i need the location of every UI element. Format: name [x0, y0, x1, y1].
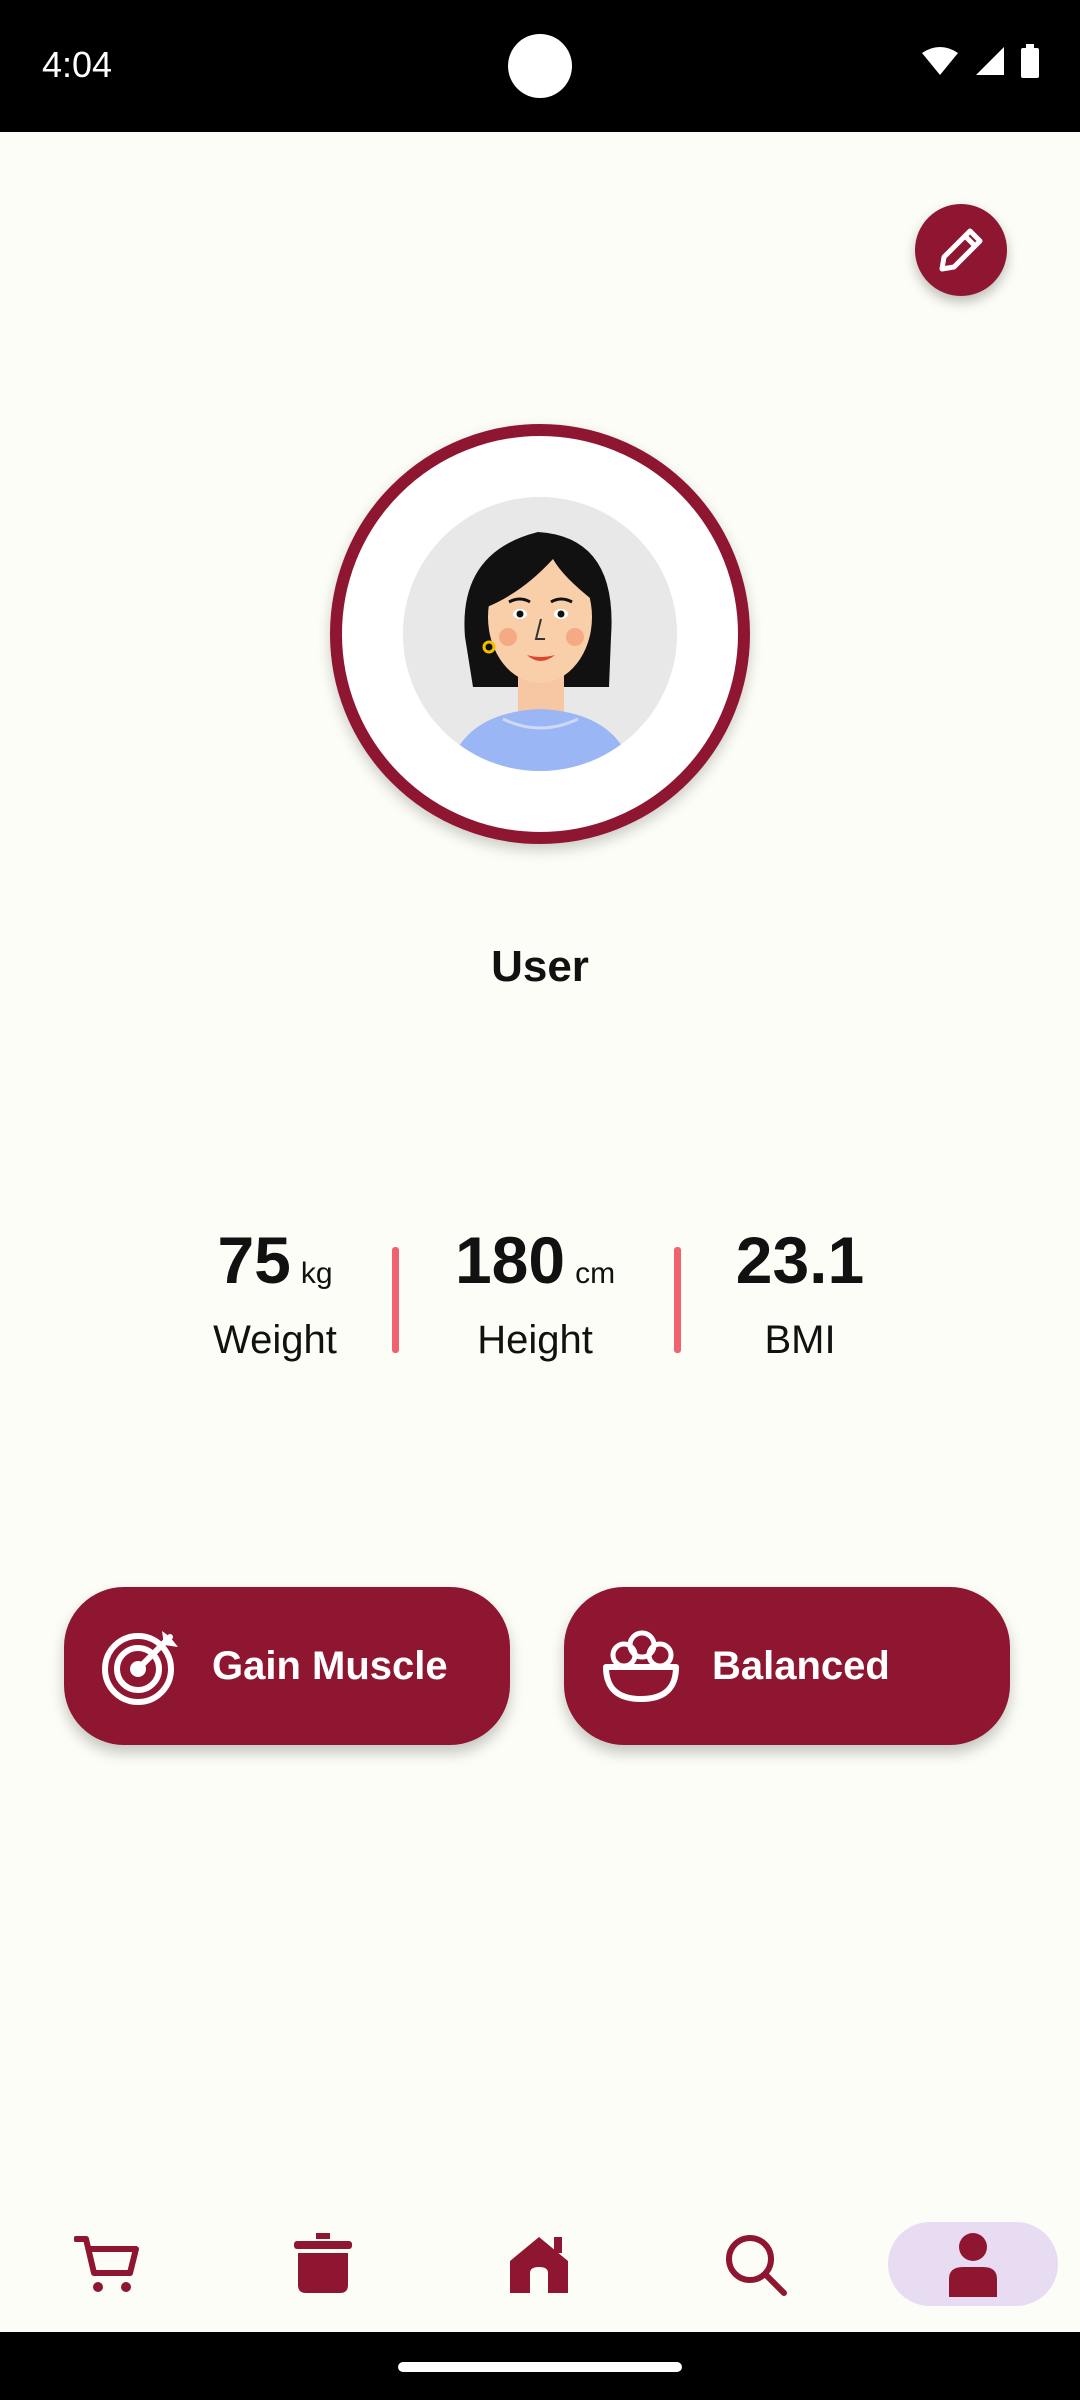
status-icons	[920, 44, 1040, 78]
bottom-navigation	[0, 2182, 1080, 2332]
nav-item-search[interactable]	[670, 2222, 840, 2306]
weight-label: Weight	[213, 1318, 337, 1362]
height-unit: cm	[575, 1257, 616, 1290]
status-time: 4:04	[42, 44, 113, 85]
bmi-stat: 23.1 BMI	[710, 1222, 890, 1363]
weight-value: 75	[217, 1223, 291, 1297]
stat-divider	[392, 1247, 399, 1353]
stat-divider	[674, 1247, 681, 1353]
user-name: User	[491, 942, 589, 991]
target-icon	[102, 1631, 178, 1705]
avatar	[403, 497, 677, 771]
goal-label: Gain Muscle	[212, 1643, 448, 1688]
home-icon	[510, 2237, 568, 2293]
cart-icon	[74, 2236, 139, 2292]
height-value: 180	[454, 1223, 566, 1297]
wifi-icon	[922, 47, 958, 75]
bmi-value: 23.1	[735, 1223, 865, 1297]
status-bar: 4:04	[0, 0, 1080, 132]
weight-stat: 75 kg Weight	[200, 1222, 350, 1363]
nav-item-cart[interactable]	[22, 2222, 192, 2306]
nav-item-home[interactable]	[454, 2222, 624, 2306]
height-stat: 180 cm Height	[440, 1222, 630, 1363]
profile-icon	[949, 2233, 997, 2297]
pencil-icon	[939, 228, 983, 272]
pot-icon	[294, 2233, 352, 2293]
edit-profile-button[interactable]	[915, 204, 1007, 296]
weight-unit: kg	[300, 1257, 333, 1290]
profile-content: User 75 kg Weight 180 cm Height 23.1 BMI G…	[0, 132, 1080, 2332]
camera-cutout	[508, 34, 572, 98]
signal-icon	[976, 47, 1004, 75]
avatar-frame[interactable]	[330, 424, 750, 844]
bmi-label: BMI	[764, 1318, 836, 1362]
diet-button-balanced[interactable]: Balanced	[564, 1587, 1010, 1745]
search-icon	[726, 2235, 787, 2296]
diet-label: Balanced	[712, 1643, 890, 1688]
battery-icon	[1021, 44, 1039, 78]
height-label: Height	[477, 1318, 593, 1362]
avatar-illustration	[403, 497, 677, 771]
salad-bowl-icon	[603, 1630, 679, 1702]
phone-screen: 4:04 User 75 kg Weight 180 cm Height 23.…	[0, 0, 1080, 2400]
nav-item-profile[interactable]	[888, 2222, 1058, 2306]
nav-item-recipes[interactable]	[238, 2222, 408, 2306]
goal-button-gain-muscle[interactable]: Gain Muscle	[64, 1587, 510, 1745]
home-indicator[interactable]	[398, 2362, 682, 2372]
